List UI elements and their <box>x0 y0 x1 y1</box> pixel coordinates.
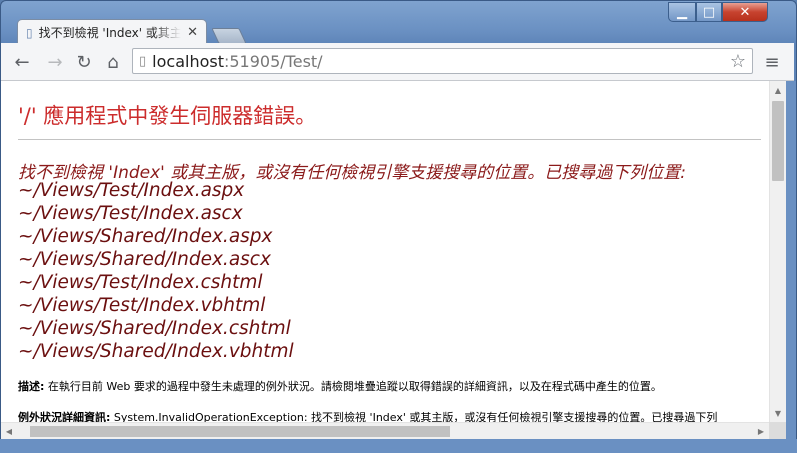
searched-path: ~/Views/Test/Index.aspx <box>18 180 245 201</box>
searched-paths-list: ~/Views/Test/Index.aspx ~/Views/Test/Ind… <box>18 179 294 363</box>
url-path: :51905/Test/ <box>223 51 323 71</box>
searched-path: ~/Views/Shared/Index.aspx <box>18 226 273 247</box>
description-label: 描述: <box>18 380 45 393</box>
browser-tab[interactable]: ▯ 找不到檢視 'Index' 或其主版 ✕ <box>17 19 207 45</box>
vertical-scrollbar[interactable]: ▲ ▼ <box>769 81 786 422</box>
reload-icon[interactable]: ↻ <box>73 51 95 73</box>
address-bar[interactable]: ▯ localhost:51905/Test/ ☆ <box>132 48 753 74</box>
description: 描述: 在執行目前 Web 要求的過程中發生未處理的例外狀況。請檢閱堆疊追蹤以取… <box>18 378 662 394</box>
searched-path: ~/Views/Test/Index.cshtml <box>18 272 263 293</box>
scroll-down-icon[interactable]: ▼ <box>770 405 786 421</box>
scroll-right-icon[interactable]: ▶ <box>753 423 769 439</box>
scrollbar-corner <box>769 422 786 439</box>
browser-toolbar: ← → ↻ ⌂ ▯ localhost:51905/Test/ ☆ ≡ <box>1 43 794 81</box>
menu-icon[interactable]: ≡ <box>761 51 783 73</box>
description-text: 在執行目前 Web 要求的過程中發生未處理的例外狀況。請檢閱堆疊追蹤以取得錯誤的… <box>44 380 662 393</box>
forward-arrow-icon[interactable]: → <box>44 51 66 73</box>
scroll-up-icon[interactable]: ▲ <box>770 82 786 98</box>
page-title: '/' 應用程式中發生伺服器錯誤。 <box>18 104 317 128</box>
horizontal-scrollbar[interactable]: ◀ ▶ <box>1 422 769 439</box>
url-host: localhost <box>152 51 224 71</box>
maximize-button[interactable]: □ <box>696 2 722 22</box>
horizontal-scroll-thumb[interactable] <box>30 426 450 437</box>
minimize-button[interactable]: ▁ <box>668 2 696 22</box>
page-content: '/' 應用程式中發生伺服器錯誤。 找不到檢視 'Index' 或其主版，或沒有… <box>1 81 769 422</box>
searched-path: ~/Views/Shared/Index.vbhtml <box>18 341 294 362</box>
scroll-left-icon[interactable]: ◀ <box>1 423 17 439</box>
bookmark-star-icon[interactable]: ☆ <box>730 51 746 72</box>
exception-details: 例外狀況詳細資訊: System.InvalidOperationExcepti… <box>18 409 717 422</box>
new-tab-button[interactable] <box>211 28 247 44</box>
searched-path: ~/Views/Test/Index.ascx <box>18 203 243 224</box>
back-arrow-icon[interactable]: ← <box>11 51 33 73</box>
page-icon: ▯ <box>139 53 147 69</box>
home-icon[interactable]: ⌂ <box>102 51 124 73</box>
close-window-button[interactable]: ✕ <box>722 2 768 22</box>
searched-path: ~/Views/Shared/Index.ascx <box>18 249 271 270</box>
tab-title: 找不到檢視 'Index' 或其主版 <box>38 26 182 40</box>
window-frame-bottom <box>0 439 797 453</box>
window-frame-right <box>786 81 796 453</box>
divider <box>18 139 761 140</box>
window-controls: ▁ □ ✕ <box>668 2 768 22</box>
exception-label: 例外狀況詳細資訊: <box>18 411 111 422</box>
close-tab-icon[interactable]: ✕ <box>187 25 198 40</box>
searched-path: ~/Views/Test/Index.vbhtml <box>18 295 266 316</box>
searched-path: ~/Views/Shared/Index.cshtml <box>18 318 291 339</box>
vertical-scroll-thumb[interactable] <box>772 101 784 181</box>
exception-text: System.InvalidOperationException: 找不到檢視 … <box>110 411 718 422</box>
page-favicon-icon: ▯ <box>26 25 33 40</box>
